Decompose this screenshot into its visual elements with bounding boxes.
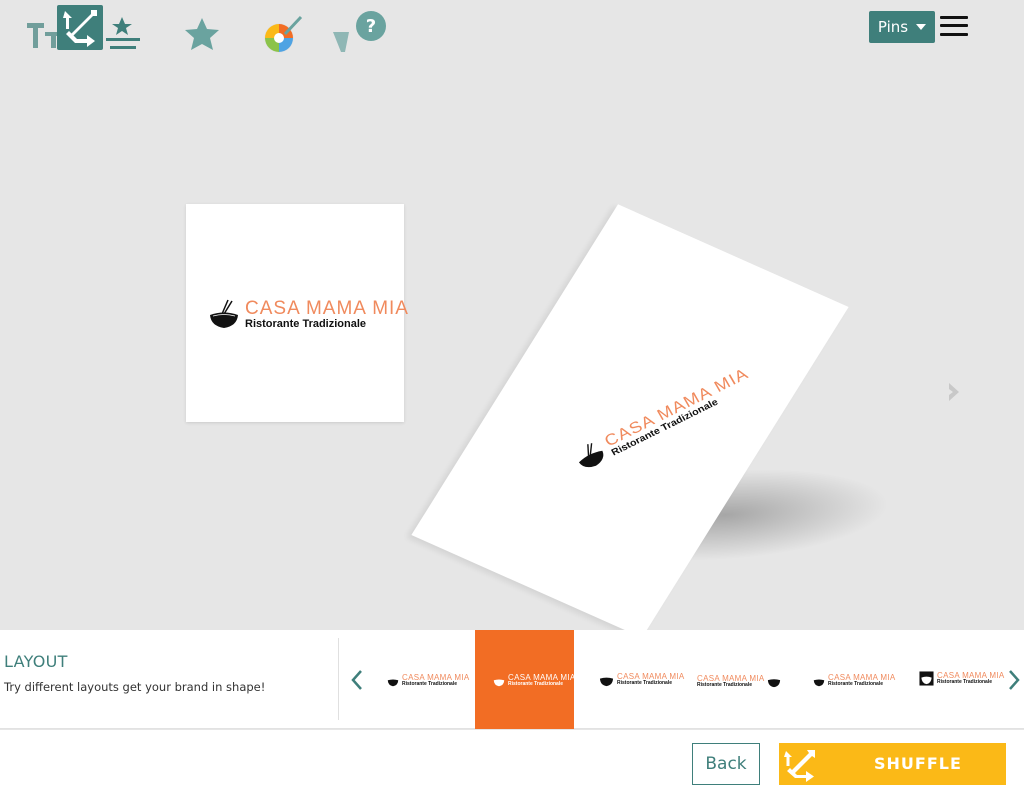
noodle-bowl-boxed-icon: [919, 671, 934, 686]
back-label: Back: [705, 754, 747, 774]
layout-panel: LAYOUT Try different layouts get your br…: [0, 630, 1024, 729]
layout-description: Try different layouts get your brand in …: [4, 680, 266, 694]
star-icon[interactable]: [181, 14, 225, 54]
noodle-bowl-icon: [578, 443, 604, 468]
brand-tagline: Ristorante Tradizionale: [245, 317, 367, 330]
style-icon[interactable]: [102, 14, 146, 54]
shuffle-label: SHUFFLE: [874, 754, 962, 773]
shuffle-icon: [784, 750, 815, 782]
shuffle-button[interactable]: SHUFFLE: [779, 743, 1006, 785]
layout-thumbnail-4[interactable]: CASA MAMA MIA Ristorante Tradizionale: [687, 630, 786, 729]
layout-next-chevron-right-icon[interactable]: [1006, 668, 1022, 692]
layout-thumbnail-5[interactable]: CASA MAMA MIA Ristorante Tradizionale: [793, 630, 895, 729]
preview-next-chevron-right-icon[interactable]: [944, 380, 964, 404]
color-palette-icon[interactable]: [259, 14, 303, 54]
hamburger-menu-icon[interactable]: [940, 14, 968, 38]
pins-label: Pins: [877, 18, 909, 36]
brand-logo: CASA MAMA MIA Ristorante Tradizionale: [208, 298, 409, 330]
noodle-bowl-icon: [387, 679, 399, 686]
svg-text:?: ?: [366, 16, 376, 37]
brand-name: CASA MAMA MIA: [601, 364, 752, 451]
layout-thumbnail-6[interactable]: CASA MAMA MIA Ristorante Tradizionale: [899, 630, 1004, 729]
noodle-bowl-icon: [768, 679, 781, 688]
noodle-bowl-icon: [599, 677, 614, 687]
flat-card-preview: CASA MAMA MIA Ristorante Tradizionale: [186, 204, 408, 422]
layout-thumbnail-2-selected[interactable]: CASA MAMA MIA Ristorante Tradizionale: [475, 630, 575, 729]
layout-thumbnail-1[interactable]: CASA MAMA MIA Ristorante Tradizionale: [369, 630, 469, 729]
pins-dropdown-button[interactable]: Pins: [869, 11, 935, 43]
back-button[interactable]: Back: [692, 743, 760, 785]
noodle-bowl-icon: [813, 679, 825, 686]
noodle-bowl-icon: [493, 679, 505, 686]
caret-down-icon: [916, 24, 927, 30]
help-icon[interactable]: ?: [331, 11, 389, 54]
noodle-bowl-icon: [210, 299, 238, 328]
layout-thumbnail-3[interactable]: CASA MAMA MIA Ristorante Tradizionale: [581, 630, 684, 729]
layout-prev-chevron-left-icon[interactable]: [349, 668, 365, 692]
layout-title: LAYOUT: [4, 652, 68, 671]
tilted-card-preview: CASA MAMA MIA Ristorante Tradizionale: [411, 204, 849, 638]
brand-logo-tilted: CASA MAMA MIA Ristorante Tradizionale: [570, 365, 756, 474]
text-icon[interactable]: [24, 14, 68, 54]
divider: [338, 638, 339, 720]
brand-name: CASA MAMA MIA: [245, 297, 409, 319]
